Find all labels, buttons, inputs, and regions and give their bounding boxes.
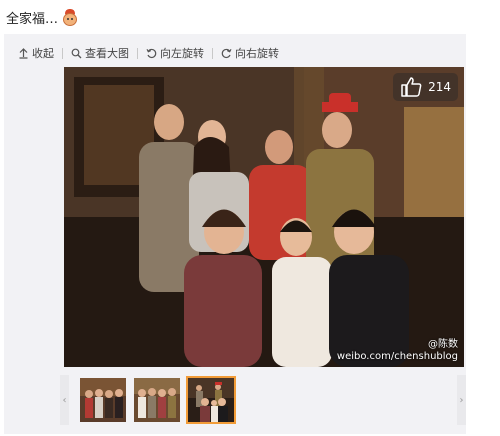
toolbar-divider [212,47,213,59]
baby-emoji-icon [61,8,79,27]
post-caption: 全家福… [6,12,59,27]
thumbnail-1[interactable] [80,378,126,422]
magnifier-icon [71,48,82,58]
watermark-url: weibo.com/chenshublog [336,351,458,362]
thumbnail-prev-button[interactable]: ‹ [60,375,69,425]
collapse-label: 收起 [32,47,54,60]
collapse-button[interactable]: 收起 [18,45,54,61]
thumbnail-2-image [134,378,180,422]
toolbar-divider [62,47,63,59]
like-counter[interactable]: 214 [393,73,458,101]
family-photo-image [64,67,464,367]
thumbnail-strip: ‹ › [60,375,466,425]
rotate-right-icon [221,48,232,58]
rotate-left-button[interactable]: 向左旋转 [146,45,204,61]
like-count: 214 [428,80,451,94]
chevron-left-icon: ‹ [62,394,67,406]
arrow-up-icon [19,47,28,59]
thumbnail-next-button[interactable]: › [457,375,466,425]
toolbar-divider [137,47,138,59]
rotate-left-label: 向左旋转 [160,47,204,60]
thumbnail-3-active[interactable] [186,376,236,424]
thumbnail-2[interactable] [134,378,180,422]
rotate-left-icon [146,48,157,58]
thumbnail-1-image [80,378,126,422]
photo-watermark: @陈数 weibo.com/chenshublog [337,339,458,363]
watermark-handle: @陈数 [428,339,458,350]
view-large-button[interactable]: 查看大图 [71,45,129,61]
view-large-label: 查看大图 [85,47,129,60]
rotate-right-button[interactable]: 向右旋转 [221,45,279,61]
chevron-right-icon: › [459,394,464,406]
rotate-right-label: 向右旋转 [235,47,279,60]
thumbnail-3-image [188,378,234,422]
post-text: 全家福… [6,8,79,27]
image-toolbar: 收起 查看大图 向左旋转 向右旋转 [18,45,279,61]
family-photo[interactable]: 214 @陈数 weibo.com/chenshublog [64,67,464,367]
media-expanded-panel: 收起 查看大图 向左旋转 向右旋转 214 @陈数 weibo.com/chen… [4,34,466,434]
thumbs-up-icon [401,77,422,97]
